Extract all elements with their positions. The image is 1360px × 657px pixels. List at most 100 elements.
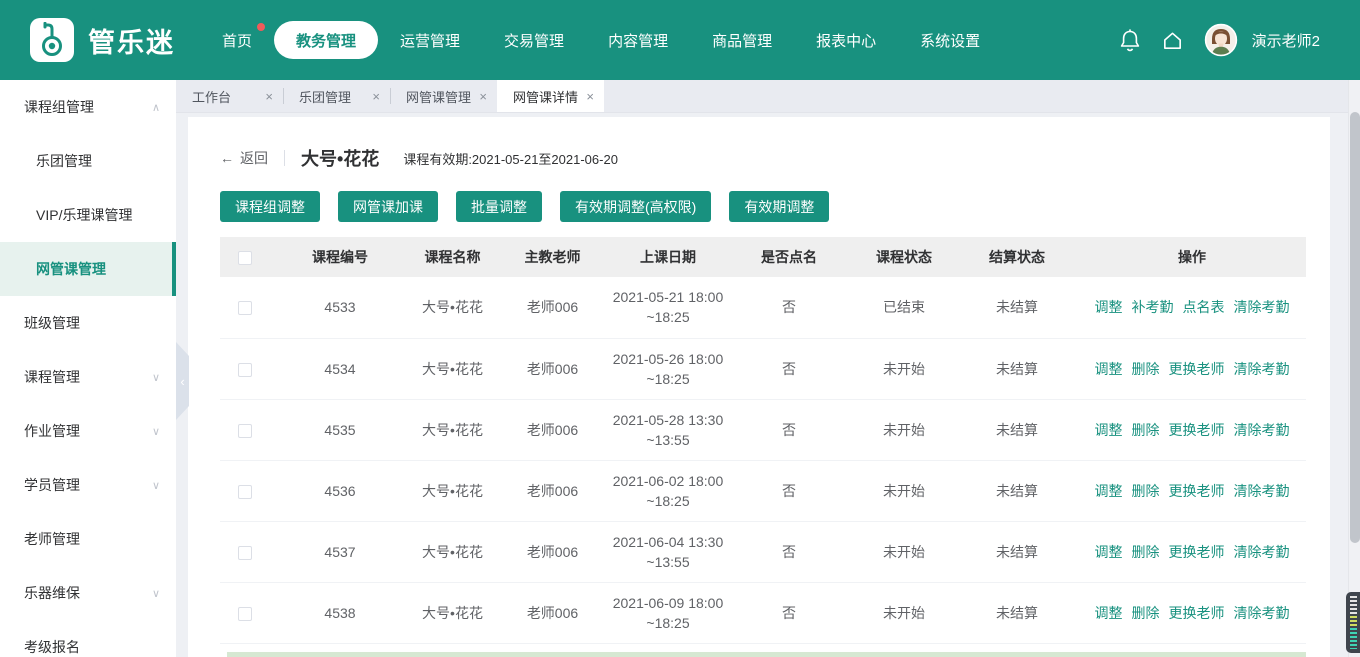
avatar[interactable] [1204, 23, 1238, 57]
tab-label: 网管课详情 [513, 87, 578, 106]
sidebar-item-homework[interactable]: 作业管理 ∨ [0, 404, 176, 458]
cell-course-name: 大号•花花 [410, 460, 495, 521]
cell-course-name: 大号•花花 [410, 277, 495, 338]
change-teacher-link[interactable]: 更换老师 [1169, 481, 1225, 501]
row-checkbox[interactable] [238, 301, 252, 315]
vertical-scrollbar[interactable] [1348, 80, 1360, 657]
chevron-down-icon: ∨ [152, 587, 160, 600]
sidebar-item-orchestra[interactable]: 乐团管理 [0, 134, 176, 188]
nav-item-products[interactable]: 商品管理 [690, 21, 794, 59]
sidebar-item-label: 课程管理 [24, 367, 80, 387]
nav-item-label: 教务管理 [296, 30, 356, 51]
change-teacher-link[interactable]: 更换老师 [1169, 542, 1225, 562]
tab-bar: 工作台 × 乐团管理 × 网管课管理 × 网管课详情 × [176, 80, 1348, 113]
sidebar-item-courses[interactable]: 课程管理 ∨ [0, 350, 176, 404]
select-all-checkbox[interactable] [238, 251, 252, 265]
adjust-link[interactable]: 调整 [1095, 603, 1123, 623]
sidebar-item-students[interactable]: 学员管理 ∨ [0, 458, 176, 512]
chevron-up-icon: ∧ [152, 101, 160, 114]
row-checkbox[interactable] [238, 485, 252, 499]
nav-item-academic[interactable]: 教务管理 [274, 21, 378, 59]
change-teacher-link[interactable]: 更换老师 [1169, 603, 1225, 623]
nav-item-transactions[interactable]: 交易管理 [482, 21, 586, 59]
adjust-link[interactable]: 调整 [1095, 481, 1123, 501]
scrollbar-thumb[interactable] [1350, 112, 1360, 543]
page-title: 大号•花花 [301, 145, 379, 171]
striped-overlay-widget[interactable] [1346, 592, 1360, 653]
rollcall-sheet-link[interactable]: 点名表 [1183, 297, 1225, 317]
nav-item-settings[interactable]: 系统设置 [898, 21, 1002, 59]
sidebar-item-course-groups[interactable]: 课程组管理 ∧ [0, 80, 176, 134]
clear-attendance-link[interactable]: 清除考勤 [1234, 297, 1290, 317]
cell-status: 未开始 [852, 338, 956, 399]
sidebar-item-classes[interactable]: 班级管理 [0, 296, 176, 350]
header-operations: 操作 [1078, 237, 1306, 277]
cell-teacher: 老师006 [495, 582, 610, 643]
batch-adjust-button[interactable]: 批量调整 [456, 191, 542, 222]
close-icon[interactable]: × [586, 89, 594, 104]
sidebar-item-label: 作业管理 [24, 421, 80, 441]
change-teacher-link[interactable]: 更换老师 [1169, 420, 1225, 440]
nav-item-operations[interactable]: 运营管理 [378, 21, 482, 59]
nav-item-label: 首页 [222, 30, 252, 51]
sidebar-item-vip-theory[interactable]: VIP/乐理课管理 [0, 188, 176, 242]
clear-attendance-link[interactable]: 清除考勤 [1234, 359, 1290, 379]
tab-label: 工作台 [192, 87, 231, 106]
delete-link[interactable]: 删除 [1132, 420, 1160, 440]
sidebar-item-online-courses[interactable]: 网管课管理 [0, 242, 176, 296]
adjust-link[interactable]: 调整 [1095, 420, 1123, 440]
back-button[interactable]: ← 返回 [220, 148, 268, 168]
cell-settlement: 未结算 [956, 277, 1078, 338]
row-checkbox[interactable] [238, 546, 252, 560]
sidebar-item-grade-exam[interactable]: 考级报名 [0, 620, 176, 657]
bell-icon[interactable] [1119, 28, 1141, 53]
row-checkbox[interactable] [238, 424, 252, 438]
close-icon[interactable]: × [479, 89, 487, 104]
change-teacher-link[interactable]: 更换老师 [1169, 359, 1225, 379]
course-group-adjust-button[interactable]: 课程组调整 [220, 191, 320, 222]
validity-adjust-button[interactable]: 有效期调整 [729, 191, 829, 222]
close-icon[interactable]: × [372, 89, 380, 104]
row-checkbox[interactable] [238, 607, 252, 621]
back-arrow-icon: ← [220, 150, 234, 166]
cell-settlement: 未结算 [956, 582, 1078, 643]
nav-item-reports[interactable]: 报表中心 [794, 21, 898, 59]
clear-attendance-link[interactable]: 清除考勤 [1234, 603, 1290, 623]
course-validity: 课程有效期:2021-05-21至2021-06-20 [403, 149, 618, 168]
sidebar-item-label: VIP/乐理课管理 [36, 205, 132, 225]
delete-link[interactable]: 删除 [1132, 359, 1160, 379]
makeup-attendance-link[interactable]: 补考勤 [1132, 297, 1174, 317]
cell-settlement: 未结算 [956, 338, 1078, 399]
clear-attendance-link[interactable]: 清除考勤 [1234, 420, 1290, 440]
cell-course-name: 大号•花花 [410, 338, 495, 399]
cell-course-name: 大号•花花 [410, 521, 495, 582]
delete-link[interactable]: 删除 [1132, 603, 1160, 623]
nav-item-content[interactable]: 内容管理 [586, 21, 690, 59]
close-icon[interactable]: × [265, 89, 273, 104]
adjust-link[interactable]: 调整 [1095, 542, 1123, 562]
tab-online-course-detail[interactable]: 网管课详情 × [497, 80, 604, 112]
home-icon[interactable] [1161, 29, 1184, 52]
header-course-id: 课程编号 [270, 237, 410, 277]
tab-workbench[interactable]: 工作台 × [176, 80, 283, 112]
sidebar-item-teachers[interactable]: 老师管理 [0, 512, 176, 566]
tab-orchestra[interactable]: 乐团管理 × [283, 80, 390, 112]
cell-teacher: 老师006 [495, 521, 610, 582]
row-checkbox[interactable] [238, 363, 252, 377]
current-user-name[interactable]: 演示老师2 [1252, 30, 1320, 51]
header-rollcall: 是否点名 [726, 237, 852, 277]
validity-adjust-privileged-button[interactable]: 有效期调整(高权限) [560, 191, 711, 222]
adjust-link[interactable]: 调整 [1095, 297, 1123, 317]
nav-item-home[interactable]: 首页 [200, 21, 274, 59]
detail-card: ← 返回 大号•花花 课程有效期:2021-05-21至2021-06-20 课… [188, 117, 1330, 657]
cell-rollcall: 否 [726, 338, 852, 399]
add-online-course-button[interactable]: 网管课加课 [338, 191, 438, 222]
cell-status: 未开始 [852, 521, 956, 582]
sidebar-item-instrument-maintenance[interactable]: 乐器维保 ∨ [0, 566, 176, 620]
adjust-link[interactable]: 调整 [1095, 359, 1123, 379]
clear-attendance-link[interactable]: 清除考勤 [1234, 481, 1290, 501]
clear-attendance-link[interactable]: 清除考勤 [1234, 542, 1290, 562]
tab-online-course-mgmt[interactable]: 网管课管理 × [390, 80, 497, 112]
delete-link[interactable]: 删除 [1132, 542, 1160, 562]
delete-link[interactable]: 删除 [1132, 481, 1160, 501]
